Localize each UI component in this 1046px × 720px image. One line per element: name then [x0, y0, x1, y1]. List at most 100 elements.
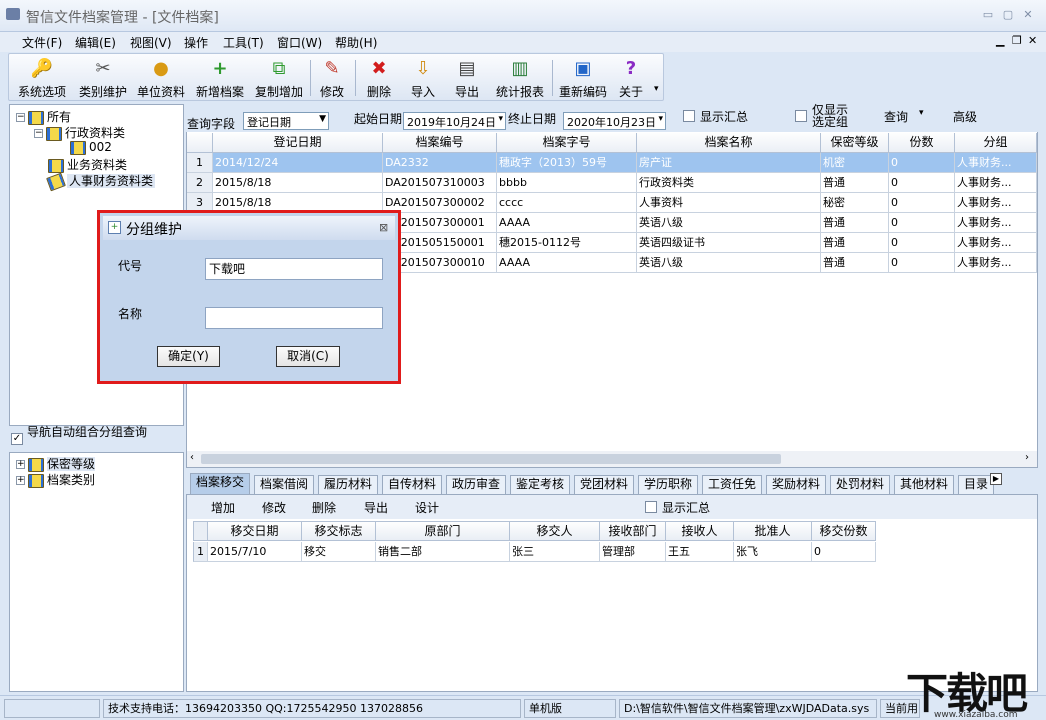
copy-add-button[interactable]: ⧉ 复制增加: [251, 54, 307, 100]
grid-cell[interactable]: 人事财务...: [955, 153, 1037, 173]
tab-10[interactable]: 处罚材料: [830, 475, 890, 494]
grid-cell[interactable]: 人事财务...: [955, 173, 1037, 193]
tab-3[interactable]: 自传材料: [382, 475, 442, 494]
modify-button[interactable]: ✎ 修改: [313, 54, 351, 100]
tab-1[interactable]: 档案借阅: [254, 475, 314, 494]
collapse-icon[interactable]: −: [34, 129, 43, 138]
end-date-picker[interactable]: 2020年10月23日▾: [563, 112, 666, 130]
tree-node-security-level[interactable]: +保密等级: [16, 455, 95, 472]
tab-scroll-right-icon[interactable]: ▶: [990, 473, 1002, 485]
sub-grid-cell[interactable]: 管理部: [600, 542, 666, 562]
sub-export-button[interactable]: 导出: [364, 499, 388, 516]
tree-node-all[interactable]: −所有: [16, 108, 71, 125]
sub-add-button[interactable]: 增加: [211, 499, 235, 516]
menu-edit[interactable]: 编辑(E): [75, 34, 116, 51]
column-header[interactable]: 登记日期: [213, 133, 383, 153]
sub-grid-cell[interactable]: 0: [812, 542, 876, 562]
advanced-button[interactable]: 高级: [953, 108, 977, 125]
tree-node-business[interactable]: 业务资料类: [48, 156, 127, 173]
grid-cell[interactable]: 0: [889, 193, 955, 213]
column-header[interactable]: 分组: [955, 133, 1037, 153]
tab-6[interactable]: 党团材料: [574, 475, 634, 494]
export-button[interactable]: ▤ 导出: [447, 54, 487, 100]
ok-button[interactable]: 确定(Y): [157, 346, 220, 367]
close-icon[interactable]: ⊠: [379, 221, 388, 234]
sub-grid-cell[interactable]: 张三: [510, 542, 600, 562]
tree-node-admin[interactable]: −行政资料类: [34, 124, 125, 141]
about-button[interactable]: ? 关于: [613, 54, 649, 100]
sub-column-header[interactable]: 移交标志: [302, 521, 376, 541]
system-options-button[interactable]: 🔑 系统选项: [11, 54, 73, 100]
mdi-minimize-icon[interactable]: ▁: [996, 34, 1004, 47]
toolbar-overflow-icon[interactable]: ▾: [654, 84, 659, 94]
row-number-cell[interactable]: 2: [187, 173, 213, 193]
sub-column-header[interactable]: 接收人: [666, 521, 734, 541]
column-header[interactable]: 档案字号: [497, 133, 637, 153]
grid-cell[interactable]: 穗2015-0112号: [497, 233, 637, 253]
grid-cell[interactable]: cccc: [497, 193, 637, 213]
sub-delete-button[interactable]: 删除: [312, 499, 336, 516]
query-field-select[interactable]: 登记日期▼: [243, 112, 329, 130]
column-header[interactable]: 份数: [889, 133, 955, 153]
grid-cell[interactable]: 英语四级证书: [637, 233, 821, 253]
start-date-picker[interactable]: 2019年10月24日▾: [403, 112, 506, 130]
tree-node-002[interactable]: 002: [70, 140, 112, 155]
grid-cell[interactable]: 穗政字（2013）59号: [497, 153, 637, 173]
grid-cell[interactable]: 人事财务...: [955, 193, 1037, 213]
nav-auto-group-checkbox[interactable]: ✓: [11, 433, 23, 445]
menu-help[interactable]: 帮助(H): [335, 34, 377, 51]
collapse-icon[interactable]: −: [16, 113, 25, 122]
sub-column-header[interactable]: 接收部门: [600, 521, 666, 541]
tab-9[interactable]: 奖励材料: [766, 475, 826, 494]
row-number-cell[interactable]: 1: [187, 153, 213, 173]
sub-row-number-cell[interactable]: 1: [193, 542, 208, 562]
name-input[interactable]: [205, 307, 383, 329]
sub-column-header[interactable]: 移交人: [510, 521, 600, 541]
tab-7[interactable]: 学历职称: [638, 475, 698, 494]
column-header[interactable]: 保密等级: [821, 133, 889, 153]
sub-show-summary-checkbox[interactable]: [645, 501, 657, 513]
sub-grid-cell[interactable]: 王五: [666, 542, 734, 562]
sub-grid-cell[interactable]: 张飞: [734, 542, 812, 562]
grid-cell[interactable]: 人事财务...: [955, 233, 1037, 253]
grid-cell[interactable]: DA201507310003: [383, 173, 497, 193]
grid-cell[interactable]: 普通: [821, 173, 889, 193]
grid-cell[interactable]: 英语八级: [637, 213, 821, 233]
statistics-report-button[interactable]: ▥ 统计报表: [491, 54, 549, 100]
grid-cell[interactable]: 2014/12/24: [213, 153, 383, 173]
menu-tools[interactable]: 工具(T): [223, 34, 264, 51]
grid-cell[interactable]: 0: [889, 253, 955, 273]
category-maintain-button[interactable]: ✂ 类别维护: [75, 54, 131, 100]
grid-cell[interactable]: 2015/8/18: [213, 173, 383, 193]
sub-column-header[interactable]: 原部门: [376, 521, 510, 541]
sub-edit-button[interactable]: 修改: [262, 499, 286, 516]
column-header[interactable]: 档案编号: [383, 133, 497, 153]
grid-cell[interactable]: 普通: [821, 233, 889, 253]
maximize-icon[interactable]: ▢: [1000, 8, 1016, 22]
scroll-left-icon[interactable]: ‹: [190, 452, 194, 463]
sub-column-header[interactable]: 移交份数: [812, 521, 876, 541]
minimize-icon[interactable]: ▭: [980, 8, 996, 22]
import-button[interactable]: ⇩ 导入: [403, 54, 443, 100]
sub-design-button[interactable]: 设计: [415, 499, 439, 516]
tab-4[interactable]: 政历审查: [446, 475, 506, 494]
grid-cell[interactable]: AAAA: [497, 253, 637, 273]
tab-0[interactable]: 档案移交: [190, 473, 250, 494]
grid-cell[interactable]: 0: [889, 213, 955, 233]
grid-cell[interactable]: 人事财务...: [955, 253, 1037, 273]
horizontal-scrollbar[interactable]: ‹ ›: [187, 451, 1037, 467]
grid-cell[interactable]: 房产证: [637, 153, 821, 173]
tab-12[interactable]: 目录: [958, 475, 994, 494]
grid-cell[interactable]: 人事财务...: [955, 213, 1037, 233]
tab-2[interactable]: 履历材料: [318, 475, 378, 494]
mdi-restore-icon[interactable]: ❐: [1012, 34, 1022, 47]
sub-grid-cell[interactable]: 2015/7/10: [208, 542, 302, 562]
query-button[interactable]: 查询: [884, 108, 908, 125]
sub-column-header[interactable]: 移交日期: [208, 521, 302, 541]
expand-icon[interactable]: +: [16, 460, 25, 469]
recode-button[interactable]: ▣ 重新编码: [555, 54, 611, 100]
grid-cell[interactable]: 普通: [821, 253, 889, 273]
grid-cell[interactable]: 人事资料: [637, 193, 821, 213]
scroll-right-icon[interactable]: ›: [1025, 452, 1029, 463]
tree-node-record-type[interactable]: +档案类别: [16, 471, 95, 488]
